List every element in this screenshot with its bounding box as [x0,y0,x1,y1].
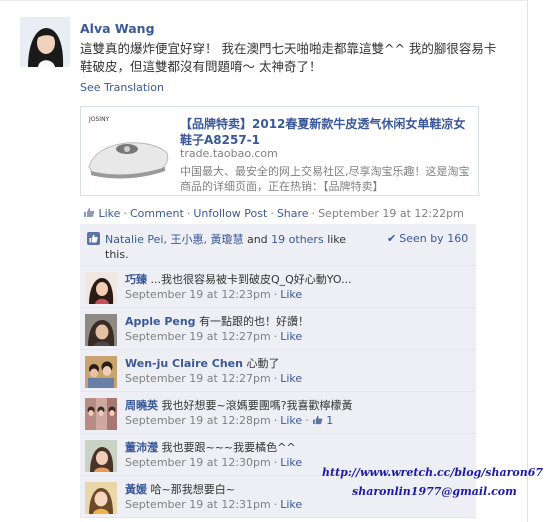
comment-body: ...我也很容易被卡到破皮Q_Q好心動YO... [150,273,352,286]
comment-timestamp[interactable]: September 19 at 12:27pm [125,330,271,343]
comment-timestamp[interactable]: September 19 at 12:31pm [125,498,271,511]
shared-link-domain: trade.taobao.com [180,147,278,160]
watermark-email: sharonlin1977@gmail.com [352,485,517,498]
comment-item: 周曉英 我也好想要~滾媽要團嗎?我喜歡檸檬黃 September 19 at 1… [80,392,476,434]
commenter-avatar[interactable] [85,482,117,514]
comment-timestamp[interactable]: September 19 at 12:23pm [125,288,271,301]
post-action-bar: Like · Comment · Unfollow Post · Share · Septemb… [83,207,464,220]
commenter-avatar[interactable] [85,272,117,304]
comment-like-button[interactable]: Like [280,330,302,343]
share-button[interactable]: Share [277,207,309,220]
like-count-value: 1 [326,414,334,427]
commenter-name[interactable]: 巧臻 [125,273,147,286]
top-border [0,0,527,1]
shared-link-card[interactable]: JOSINY 【品牌特卖】2012春夏新款牛皮透气休闲女单鞋凉女鞋子A8257-… [80,106,479,196]
comment-item: 巧臻 ...我也很容易被卡到破皮Q_Q好心動YO... September 19… [80,266,476,308]
comment-timestamp[interactable]: September 19 at 12:30pm [125,456,271,469]
comment-body: 心動了 [246,357,280,370]
right-divider [527,0,528,522]
comment-text-line: Wen-ju Claire Chen 心動了 [125,356,465,371]
comment-body: 我也好想要~滾媽要團嗎?我喜歡檸檬黃 [161,399,353,412]
like-count-thumb-icon [312,415,323,425]
seen-by-counter[interactable]: ✔ Seen by 160 [387,232,468,245]
comment-body: 哈~那我想要白~ [150,483,235,496]
comment-text-line: 巧臻 ...我也很容易被卡到破皮Q_Q好心動YO... [125,272,465,287]
comment-meta: September 19 at 12:28pm · Like · 1 [125,414,334,427]
seen-by-text: Seen by 160 [399,232,469,245]
comment-button[interactable]: Comment [130,207,184,220]
likes-and-text: and [246,233,268,246]
comment-like-button[interactable]: Like [280,498,302,511]
post-message: 這雙真的爆炸便宜好穿！ 我在澳門七天啪啪走都靠這雙^^ 我的腳很容易卡鞋破皮，但… [80,41,497,74]
comment-text-line: 周曉英 我也好想要~滾媽要團嗎?我喜歡檸檬黃 [125,398,465,413]
comment-meta: September 19 at 12:30pm · Like [125,456,303,469]
likes-summary: Natalie Pei, 王小惠, 黃瓊慧 and 19 others like… [80,224,476,266]
checkmark-icon: ✔ [387,232,397,245]
comment-text-line: 董沛瀅 我也要跟~~~我要橘色^^ [125,440,465,455]
commenter-name[interactable]: Apple Peng [125,315,196,328]
others-link[interactable]: 19 others [271,233,324,246]
commenter-avatar[interactable] [85,314,117,346]
comment-body: 我也要跟~~~我要橘色^^ [161,441,296,454]
likers-names[interactable]: Natalie Pei, 王小惠, 黃瓊慧 [105,233,243,246]
commenter-name[interactable]: 周曉英 [125,399,158,412]
comment-text-line: Apple Peng 有一點跟的也！好讚！ [125,314,465,329]
thumb-brand-text: JOSINY [88,116,110,123]
like-thumb-icon [83,207,99,220]
commenter-name[interactable]: 黃媛 [125,483,147,496]
commenter-avatar[interactable] [85,356,117,388]
comment-item: Apple Peng 有一點跟的也！好讚！ September 19 at 12… [80,308,476,350]
comment-timestamp[interactable]: September 19 at 12:27pm [125,372,271,385]
watermark-url: http://www.wretch.cc/blog/sharon67 [322,466,544,479]
unfollow-post-button[interactable]: Unfollow Post [193,207,267,220]
post-timestamp[interactable]: September 19 at 12:22pm [318,207,464,220]
comment-meta: September 19 at 12:27pm · Like [125,372,303,385]
commenter-avatar[interactable] [85,398,117,430]
comment-item: Wen-ju Claire Chen 心動了 September 19 at 1… [80,350,476,392]
author-avatar[interactable] [20,17,70,67]
comment-like-button[interactable]: Like [280,456,302,469]
see-translation-link[interactable]: See Translation [80,81,164,94]
shoe-thumbnail[interactable]: JOSINY [83,109,173,191]
commenter-name[interactable]: 董沛瀅 [125,441,158,454]
comment-meta: September 19 at 12:23pm · Like [125,288,303,301]
comment-timestamp[interactable]: September 19 at 12:28pm [125,414,271,427]
comment-like-button[interactable]: Like [280,288,302,301]
commenter-name[interactable]: Wen-ju Claire Chen [125,357,243,370]
likes-text: Natalie Pei, 王小惠, 黃瓊慧 and 19 others like… [105,232,365,262]
comment-like-count[interactable]: 1 [312,414,334,427]
comment-body: 有一點跟的也！好讚！ [199,315,310,328]
shared-link-description: 中国最大、最安全的网上交易社区,尽享淘宝乐趣！这是淘宝商品的详细页面，正在热销：… [180,165,470,193]
comment-like-button[interactable]: Like [280,372,302,385]
commenter-avatar[interactable] [85,440,117,472]
like-button[interactable]: Like [99,207,121,220]
post-author-name[interactable]: Alva Wang [80,21,155,36]
comment-meta: September 19 at 12:27pm · Like [125,330,303,343]
shared-link-title[interactable]: 【品牌特卖】2012春夏新款牛皮透气休闲女单鞋凉女鞋子A8257-1 [180,116,470,148]
comment-like-button[interactable]: Like [280,414,302,427]
comment-meta: September 19 at 12:31pm · Like [125,498,303,511]
likes-thumb-icon [87,232,100,245]
